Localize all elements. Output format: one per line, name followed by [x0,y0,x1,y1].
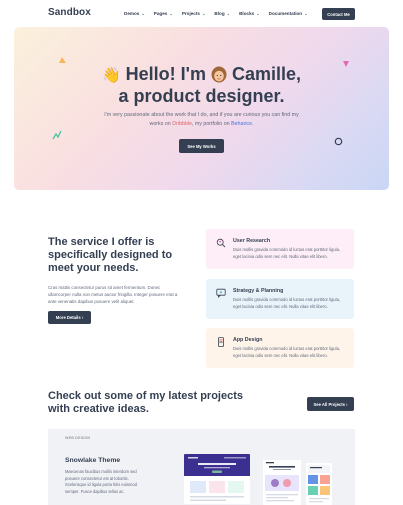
mobile-app-icon [218,337,224,347]
service-card-strategy: Strategy & Planning Duis mollis gravida … [206,279,354,319]
menu-item-documentation[interactable]: Documentation ⌄ [269,11,308,16]
woman-avatar-icon [211,66,227,83]
menu-item-label: Projects [181,11,200,16]
main-menu: Demos ⌄ Pages ⌄ Projects ⌄ Blog ⌄ Blocks… [124,11,308,16]
chevron-down-icon: ⌄ [140,11,145,16]
logo[interactable]: Sandbox [48,7,91,18]
service-card-text: Duis mollis gravida commodo id luctus er… [233,297,341,309]
chevron-down-icon: ⌄ [303,11,308,16]
top-navbar: Sandbox Demos ⌄ Pages ⌄ Projects ⌄ Blog … [0,0,403,28]
chevron-down-icon: ⌄ [168,11,173,16]
waving-hand-icon: 👋 [101,67,121,84]
service-card-title: User Research [233,238,271,244]
service-card-text: Duis mollis gravida commodo id luctus er… [233,346,341,358]
see-all-projects-label: See All Projects [313,401,345,407]
user-search-icon [216,238,226,248]
menu-item-projects[interactable]: Projects ⌄ [182,11,206,16]
circle-shape-icon [334,137,343,146]
behance-link[interactable]: Behance [231,121,252,127]
projects-title: Check out some of my latest projects wit… [48,390,243,415]
services-title: The service I offer is specifically desi… [48,236,173,274]
chevron-down-icon: ⌄ [255,11,260,16]
hero-description: I'm very passionate about the work that … [104,111,299,129]
project-description: Maecenas faucibus mollis interdum sed po… [65,469,137,494]
see-all-projects-button[interactable]: See All Projects › [307,397,354,411]
more-details-label: More Details [55,315,81,320]
contact-me-button[interactable]: Contact Me [322,8,355,20]
service-card-app-design: App Design Duis mollis gravida commodo i… [206,328,354,368]
menu-item-label: Pages [153,11,168,16]
arrow-right-icon: › [344,401,348,407]
hero-desc-text: , my portfolio on [191,121,232,127]
chevron-down-icon: ⌄ [200,11,206,16]
dribbble-link[interactable]: Dribbble [172,121,192,127]
website-mockup-image [184,454,250,501]
hero-desc-text: . [252,121,254,127]
hero-title: 👋 Hello! I'm Camille, a product designer… [14,64,389,107]
service-card-title: App Design [233,337,263,343]
service-card-text: Duis mollis gravida commodo id luctus er… [233,247,341,259]
arrow-right-icon: › [80,315,84,320]
menu-item-pages[interactable]: Pages ⌄ [154,11,173,16]
menu-item-demos[interactable]: Demos ⌄ [124,11,145,16]
project-name[interactable]: Snowlake Theme [65,457,120,464]
project-category-tag: WEB DESIGN [65,436,91,440]
service-card-title: Strategy & Planning [233,288,284,294]
chat-strategy-icon [216,288,226,298]
hero-name: Camille, [232,64,302,84]
service-card-user-research: User Research Duis mollis gravida commod… [206,229,354,269]
featured-project-panel: WEB DESIGN Snowlake Theme Maecenas fauci… [48,429,355,505]
project-screenshot-secondary[interactable] [263,460,301,505]
menu-item-label: Blocks [239,11,255,16]
menu-item-label: Blog [214,11,225,16]
project-screenshot-tertiary[interactable] [306,463,332,505]
hero-title-line2: a product designer. [118,86,285,106]
project-screenshot-main[interactable] [184,454,250,504]
website-mockup-image [308,465,330,503]
website-mockup-image [263,460,301,502]
menu-item-label: Documentation [268,11,303,16]
see-my-works-button[interactable]: See My Works [179,139,224,153]
squiggle-shape-icon [52,130,62,140]
menu-item-label: Demos [124,11,140,16]
menu-item-blocks[interactable]: Blocks ⌄ [239,11,260,16]
hero-section: 👋 Hello! I'm Camille, a product designer… [14,27,389,190]
menu-item-blog[interactable]: Blog ⌄ [214,11,230,16]
chevron-down-icon: ⌄ [225,11,231,16]
more-details-button[interactable]: More Details › [48,311,91,324]
services-description: Cras mattis consectetur purus sit amet f… [48,285,178,304]
hero-greeting: Hello! I'm [125,64,206,84]
triangle-shape-icon [59,57,66,63]
